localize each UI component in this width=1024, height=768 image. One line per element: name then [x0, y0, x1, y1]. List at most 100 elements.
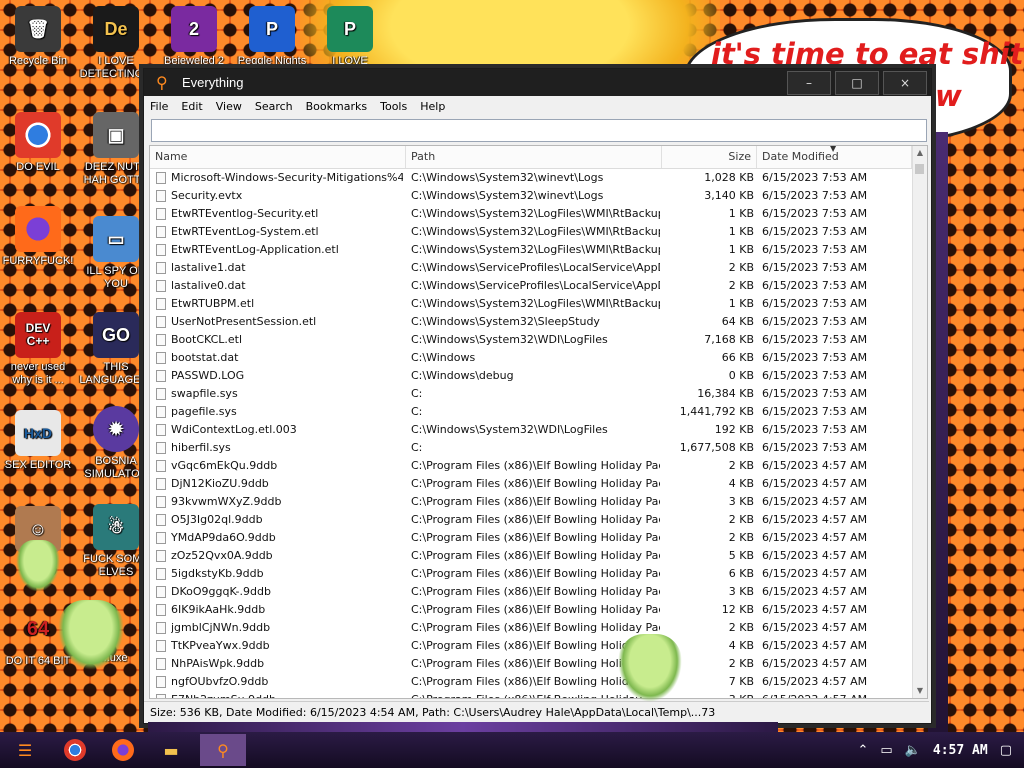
file-icon — [156, 172, 166, 184]
file-size: 2 KB — [728, 279, 754, 292]
desktop-icon-bejeweled[interactable]: 2 Bejeweled 2 — [156, 6, 232, 68]
scroll-up-icon[interactable]: ▲ — [913, 146, 927, 160]
menu-edit[interactable]: Edit — [181, 100, 202, 113]
devcpp-icon: DEV C++ — [15, 312, 61, 358]
close-button[interactable]: × — [883, 70, 927, 95]
menu-bookmarks[interactable]: Bookmarks — [306, 100, 367, 113]
detective-app-icon: De — [93, 6, 139, 52]
file-date: 6/15/2023 4:57 AM — [762, 531, 868, 544]
file-date: 6/15/2023 4:57 AM — [762, 657, 868, 670]
table-row[interactable]: E7Nb2zumSu.9ddb C:\Program Files (x86)\El… — [150, 691, 912, 698]
file-date: 6/15/2023 7:53 AM — [762, 207, 868, 220]
tray-overflow-icon[interactable]: ⌃ — [858, 743, 869, 758]
table-row[interactable]: jgmblCjNWn.9ddb C:\Program Files (x86)\El… — [150, 619, 912, 637]
volume-icon[interactable]: 🔈 — [905, 743, 921, 758]
table-row[interactable]: EtwRTEventLog-Application.etl C:\Windows\… — [150, 241, 912, 259]
maximize-button[interactable]: □ — [835, 70, 879, 95]
table-row[interactable]: pagefile.sys C: 1,441,792 KB 6/15/2023 7:53… — [150, 403, 912, 421]
everything-window: ⚲ Everything – □ × File Edit View Search… — [143, 68, 932, 724]
file-path: C:\Windows\System32\SleepStudy — [411, 315, 600, 328]
file-name: TtKPveaYwx.9ddb — [171, 639, 270, 652]
file-path: C: — [411, 405, 423, 418]
minimize-button[interactable]: – — [787, 70, 831, 95]
table-row[interactable]: hiberfil.sys C: 1,677,508 KB 6/15/2023 7:53… — [150, 439, 912, 457]
file-icon — [156, 424, 166, 436]
file-name: Security.evtx — [171, 189, 243, 202]
taskbar-everything-icon[interactable]: ⚲ — [200, 734, 246, 766]
table-row[interactable]: O5J3Ig02ql.9ddb C:\Program Files (x86)\El… — [150, 511, 912, 529]
menu-tools[interactable]: Tools — [380, 100, 407, 113]
file-path: C:\Program Files (x86)\Elf Bowling Holid… — [411, 531, 660, 544]
taskbar-chrome-icon[interactable] — [58, 734, 92, 766]
table-row[interactable]: Microsoft-Windows-Security-Mitigations%4… — [150, 169, 912, 187]
desktop-icon-hxd[interactable]: HxD SEX EDITOR — [0, 410, 76, 472]
search-input[interactable] — [151, 119, 927, 142]
goland-icon: GO — [93, 312, 139, 358]
column-path[interactable]: Path — [406, 146, 662, 168]
desktop-icon-publisher[interactable]: P I LOVE — [312, 6, 388, 68]
title-bar[interactable]: ⚲ Everything – □ × — [144, 69, 931, 96]
taskbar-firefox-icon[interactable] — [106, 734, 140, 766]
table-row[interactable]: EtwRTUBPM.etl C:\Windows\System32\LogFile… — [150, 295, 912, 313]
table-row[interactable]: WdiContextLog.etl.003 C:\Windows\System32… — [150, 421, 912, 439]
vertical-scrollbar[interactable]: ▲ ▼ — [912, 146, 927, 698]
scroll-thumb[interactable] — [915, 164, 924, 174]
desktop-icon-peggle[interactable]: P Peggle Nights — [234, 6, 310, 68]
desktop-icon-devcpp[interactable]: DEV C++ never used why is it ... — [0, 312, 76, 387]
table-row[interactable]: Security.evtx C:\Windows\System32\winevt\… — [150, 187, 912, 205]
file-name: lastalive0.dat — [171, 279, 246, 292]
desktop-icon-chrome[interactable]: DO EVIL — [0, 112, 76, 174]
clock[interactable]: 4:57 AM — [933, 743, 988, 758]
speech-text-line2: w — [935, 79, 962, 113]
table-row[interactable]: vGqc6mEkQu.9ddb C:\Program Files (x86)\El… — [150, 457, 912, 475]
table-row[interactable]: ngfOUbvfzO.9ddb C:\Program Files (x86)\El… — [150, 673, 912, 691]
file-date: 6/15/2023 7:53 AM — [762, 423, 868, 436]
desktop-icon-recycle-bin[interactable]: 🗑 Recycle Bin — [0, 6, 76, 68]
system-tray: ⌃ ▭ 🔈 4:57 AM ▢ — [858, 732, 1024, 768]
table-row[interactable]: 93kvwmWXyZ.9ddb C:\Program Files (x86)\El… — [150, 493, 912, 511]
file-name: pagefile.sys — [171, 405, 237, 418]
menu-search[interactable]: Search — [255, 100, 293, 113]
table-row[interactable]: bootstat.dat C:\Windows 66 KB 6/15/2023 7:5… — [150, 349, 912, 367]
table-row[interactable]: TtKPveaYwx.9ddb C:\Program Files (x86)\El… — [150, 637, 912, 655]
table-row[interactable]: DKoO9ggqK-.9ddb C:\Program Files (x86)\El… — [150, 583, 912, 601]
speech-text-line1: it's time to eat shit — [711, 37, 1024, 71]
column-size[interactable]: Size — [662, 146, 757, 168]
file-path: C: — [411, 441, 423, 454]
table-row[interactable]: lastalive0.dat C:\Windows\ServiceProfiles… — [150, 277, 912, 295]
table-row[interactable]: 5igdkstyKb.9ddb C:\Program Files (x86)\El… — [150, 565, 912, 583]
network-icon[interactable]: ▭ — [880, 743, 892, 758]
table-row[interactable]: DjN12KioZU.9ddb C:\Program Files (x86)\El… — [150, 475, 912, 493]
menu-help[interactable]: Help — [420, 100, 445, 113]
menu-bar: File Edit View Search Bookmarks Tools He… — [144, 96, 931, 117]
table-row[interactable]: EtwRTEventLog-System.etl C:\Windows\Syste… — [150, 223, 912, 241]
desktop-icon-firefox[interactable]: FURRYFUCK! — [0, 206, 76, 268]
menu-file[interactable]: File — [150, 100, 168, 113]
table-row[interactable]: zOz52Qvx0A.9ddb C:\Program Files (x86)\El… — [150, 547, 912, 565]
taskbar-file-explorer-icon[interactable]: ▬ — [154, 734, 188, 766]
file-path: C:\Windows\System32\winevt\Logs — [411, 171, 604, 184]
table-row[interactable]: NhPAisWpk.9ddb C:\Program Files (x86)\Elf… — [150, 655, 912, 673]
table-row[interactable]: BootCKCL.etl C:\Windows\System32\WDI\LogF… — [150, 331, 912, 349]
file-size: 2 KB — [728, 531, 754, 544]
status-bar: Size: 536 KB, Date Modified: 6/15/2023 4… — [144, 701, 929, 723]
file-size: 0 KB — [728, 369, 754, 382]
table-row[interactable]: PASSWD.LOG C:\Windows\debug 0 KB 6/15/2023 … — [150, 367, 912, 385]
file-path: C:\Program Files (x86)\Elf Bowling Holid… — [411, 495, 660, 508]
file-size: 1 KB — [728, 297, 754, 310]
table-row[interactable]: YMdAP9da6O.9ddb C:\Program Files (x86)\El… — [150, 529, 912, 547]
start-icon[interactable]: ☰ — [8, 734, 42, 766]
file-name: EtwRTEventLog-Application.etl — [171, 243, 339, 256]
notifications-icon[interactable]: ▢ — [1000, 743, 1012, 758]
table-row[interactable]: UserNotPresentSession.etl C:\Windows\Syst… — [150, 313, 912, 331]
elf-bowling-icon: ☃ — [93, 504, 139, 550]
file-name: 93kvwmWXyZ.9ddb — [171, 495, 282, 508]
table-row[interactable]: lastalive1.dat C:\Windows\ServiceProfiles… — [150, 259, 912, 277]
table-row[interactable]: EtwRTEventlog-Security.etl C:\Windows\Sys… — [150, 205, 912, 223]
column-name[interactable]: Name — [150, 146, 406, 168]
table-row[interactable]: 6IK9ikAaHk.9ddb C:\Program Files (x86)\El… — [150, 601, 912, 619]
scroll-down-icon[interactable]: ▼ — [913, 684, 927, 698]
table-row[interactable]: swapfile.sys C: 16,384 KB 6/15/2023 7:53 AM — [150, 385, 912, 403]
file-date: 6/15/2023 4:57 AM — [762, 549, 868, 562]
menu-view[interactable]: View — [216, 100, 242, 113]
